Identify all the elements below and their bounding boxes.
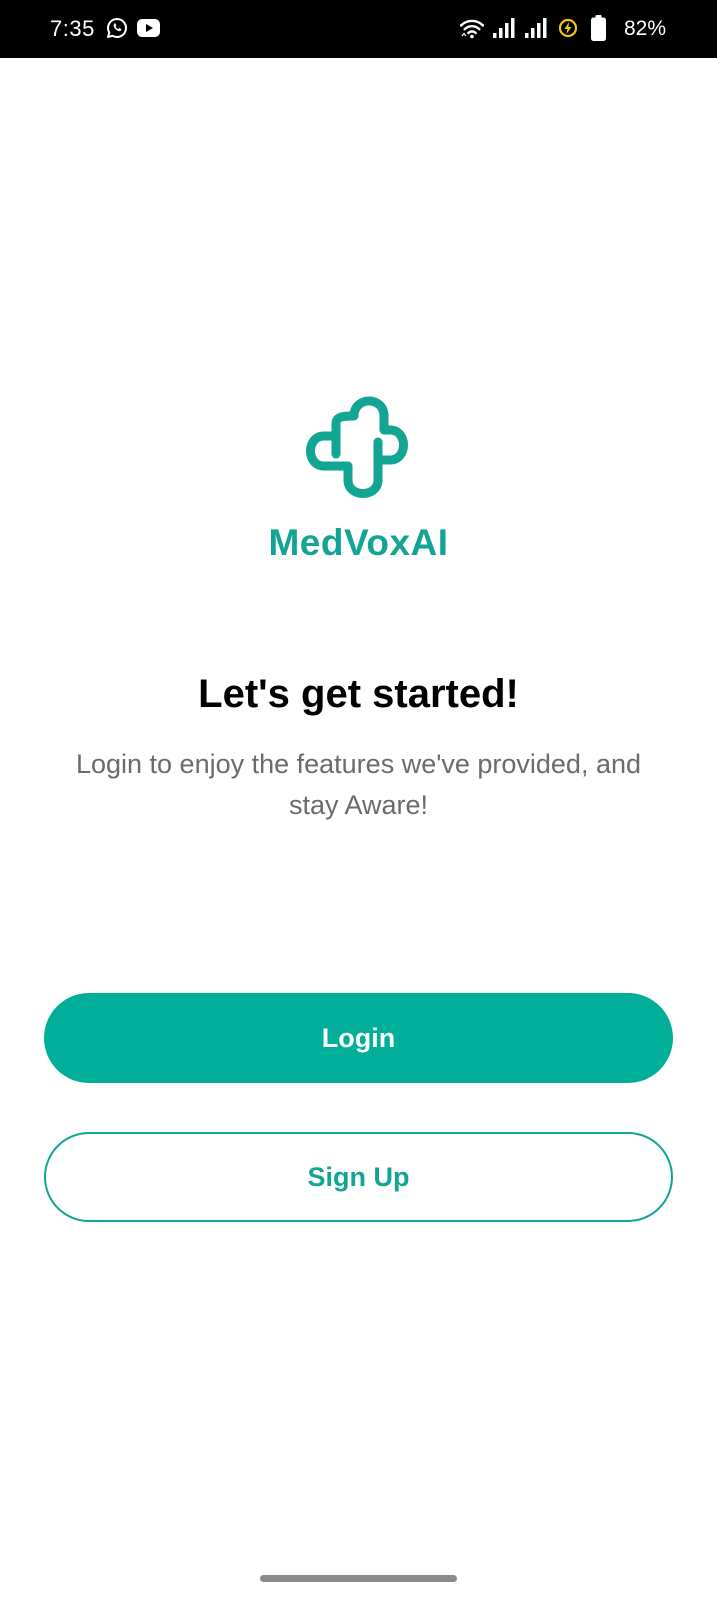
whatsapp-icon	[107, 18, 127, 38]
battery-percentage: 82%	[624, 17, 667, 40]
wifi-icon	[460, 19, 484, 39]
status-time: 7:35	[50, 16, 95, 41]
medvoxai-logo-icon	[306, 396, 408, 498]
battery-icon	[591, 15, 606, 41]
status-bar: 7:35 82%	[0, 0, 717, 58]
signal-icon	[525, 18, 547, 38]
welcome-headline: Let's get started!	[198, 672, 519, 716]
welcome-subtitle: Login to enjoy the features we've provid…	[75, 749, 642, 820]
brand-name: MedVoxAI	[268, 522, 449, 563]
login-button[interactable]: Login	[44, 993, 673, 1083]
youtube-icon	[137, 19, 160, 37]
sign-up-button[interactable]: Sign Up	[44, 1132, 673, 1222]
charging-icon	[558, 18, 578, 38]
signal-icon	[493, 18, 515, 38]
home-indicator[interactable]	[260, 1575, 457, 1582]
